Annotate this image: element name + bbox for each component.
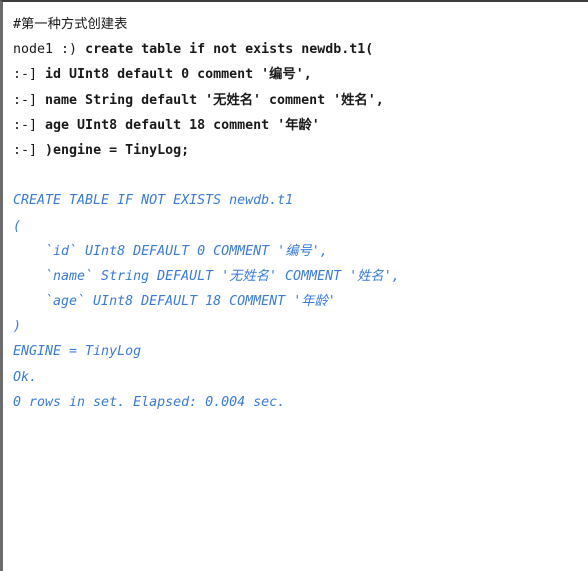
- code-block: #第一种方式创建表 node1 :) create table if not e…: [0, 0, 588, 571]
- terminal-output-line: ): [13, 319, 22, 335]
- terminal-input-line: :-] id UInt8 default 0 comment '编号',: [13, 62, 588, 87]
- terminal-output-line: `age` UInt8 DEFAULT 18 COMMENT '年龄': [13, 294, 336, 310]
- terminal-sql-text: create table if not exists newdb.t1(: [85, 42, 374, 58]
- terminal-prompt: :-]: [13, 117, 46, 133]
- terminal-sql-text: id UInt8 default 0 comment '编号',: [45, 67, 312, 83]
- terminal-comment-line: #第一种方式创建表: [13, 17, 128, 32]
- terminal-output-line: Ok.: [13, 369, 38, 385]
- terminal-input-line: :-] age UInt8 default 18 comment '年龄': [13, 113, 588, 138]
- terminal-output-line: 0 rows in set. Elapsed: 0.004 sec.: [13, 394, 286, 410]
- terminal-output-line: `name` String DEFAULT '无姓名' COMMENT '姓名'…: [13, 268, 400, 284]
- terminal-prompt: :-]: [13, 92, 46, 108]
- terminal-output-line: ENGINE = TinyLog: [13, 344, 142, 360]
- terminal-output-line: (: [13, 218, 22, 234]
- terminal-sql-text: )engine = TinyLog;: [45, 142, 190, 158]
- terminal-prompt: :-]: [13, 142, 46, 158]
- terminal-sql-text: age UInt8 default 18 comment '年龄': [45, 117, 320, 133]
- terminal-input-line: node1 :) create table if not exists newd…: [13, 37, 588, 62]
- terminal-input-line: :-] )engine = TinyLog;: [13, 138, 588, 163]
- terminal-input-line: :-] name String default '无姓名' comment '姓…: [13, 88, 588, 113]
- terminal-prompt: :-]: [13, 67, 46, 83]
- terminal-output-line: CREATE TABLE IF NOT EXISTS newdb.t1: [13, 193, 294, 209]
- terminal-transcript: #第一种方式创建表 node1 :) create table if not e…: [13, 12, 588, 415]
- terminal-sql-text: name String default '无姓名' comment '姓名',: [45, 92, 384, 108]
- terminal-output-line: `id` UInt8 DEFAULT 0 COMMENT '编号',: [13, 243, 328, 259]
- terminal-prompt: node1 :): [13, 42, 86, 58]
